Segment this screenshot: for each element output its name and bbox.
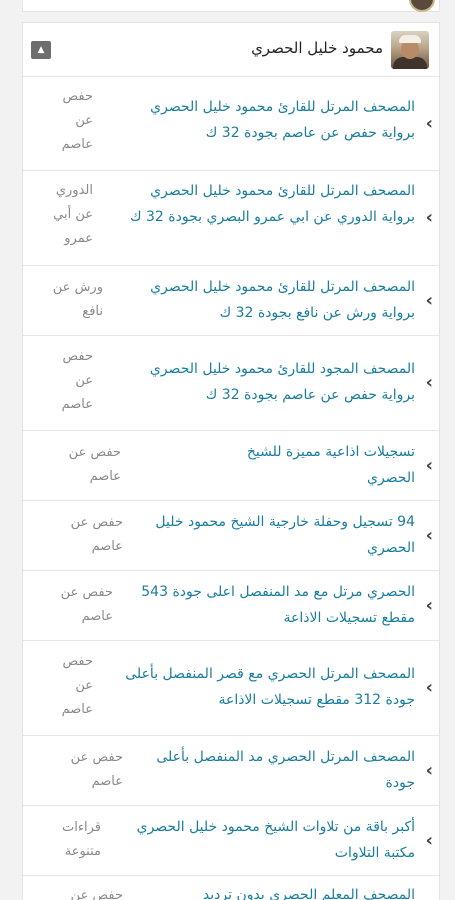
item-narration: حفص عن عاصم — [70, 750, 123, 789]
item-narration: الدوري عن أبي عمرو — [53, 183, 93, 246]
list-item[interactable]: المصحف المجود للقارئ محمود خليل الحصري ب… — [23, 336, 439, 431]
item-narration: حفص عن عاصم — [61, 89, 93, 152]
chevron-right-icon: › — [425, 372, 433, 393]
chevron-right-icon: › — [425, 594, 433, 616]
chevron-right-icon: › — [425, 524, 433, 546]
item-title[interactable]: المصحف المجود للقارئ محمود خليل الحصري ب… — [115, 356, 415, 408]
chevron-right-icon: › — [425, 207, 433, 228]
item-title[interactable]: 94 تسجيل وحفلة خارجية الشيخ محمود خليل ا… — [125, 509, 415, 561]
reciter-avatar — [391, 31, 429, 69]
chevron-right-icon: › — [425, 112, 433, 134]
collapse-button[interactable]: ▲ — [31, 41, 51, 59]
reciter-name: محمود خليل الحصري — [251, 39, 383, 57]
list-item[interactable]: تسجيلات اذاعية مميزة للشيخ الحصري حفص عن… — [23, 431, 439, 501]
item-narration: ورش عن نافع — [52, 280, 103, 319]
item-title[interactable]: المصحف المرتل الحصري مد المنفصل بأعلى جو… — [135, 744, 415, 796]
reciter-card: محمود خليل الحصري ▲ المصحف المرتل للقارئ… — [22, 22, 440, 900]
chevron-right-icon: › — [426, 896, 433, 900]
item-narration: حفص عن عاصم — [61, 349, 93, 412]
item-narration: حفص عن عاصم — [61, 654, 93, 717]
recitation-list: المصحف المرتل للقارئ محمود خليل الحصري ب… — [23, 77, 439, 900]
list-item[interactable]: 94 تسجيل وحفلة خارجية الشيخ محمود خليل ا… — [23, 501, 439, 571]
item-narration: حفص عن — [70, 888, 123, 900]
list-item[interactable]: المصحف المعلم الحصري بدون ترديد حفص عن › — [23, 876, 439, 900]
item-narration: حفص عن عاصم — [68, 445, 121, 484]
previous-card-edge — [22, 0, 440, 12]
item-narration: قراءات متنوعة — [62, 820, 101, 859]
chevron-right-icon: › — [425, 677, 433, 698]
item-title[interactable]: المصحف المرتل للقارئ محمود خليل الحصري ب… — [115, 178, 415, 230]
item-title[interactable]: المصحف المرتل للقارئ محمود خليل الحصري ب… — [115, 94, 415, 146]
list-item[interactable]: المصحف المرتل للقارئ محمود خليل الحصري ب… — [23, 77, 439, 171]
chevron-right-icon: › — [425, 289, 433, 311]
chevron-right-icon: › — [425, 454, 433, 476]
chevron-right-icon: › — [425, 829, 433, 851]
list-item[interactable]: المصحف المرتل الحصري مد المنفصل بأعلى جو… — [23, 736, 439, 806]
item-title[interactable]: المصحف المعلم الحصري بدون ترديد — [125, 882, 415, 900]
list-item[interactable]: المصحف المرتل الحصري مع قصر المنفصل بأعل… — [23, 641, 439, 736]
list-item[interactable]: أكبر باقة من تلاوات الشيخ محمود خليل الح… — [23, 806, 439, 876]
item-narration: حفص عن عاصم — [60, 585, 113, 624]
reciter-header[interactable]: محمود خليل الحصري ▲ — [23, 23, 439, 77]
list-item[interactable]: الحصري مرتل مع مد المنفصل اعلى جودة 543 … — [23, 571, 439, 641]
item-title[interactable]: الحصري مرتل مع مد المنفصل اعلى جودة 543 … — [125, 579, 415, 631]
item-title[interactable]: تسجيلات اذاعية مميزة للشيخ الحصري — [215, 439, 415, 491]
chevron-right-icon: › — [425, 759, 433, 781]
item-title[interactable]: أكبر باقة من تلاوات الشيخ محمود خليل الح… — [115, 814, 415, 866]
list-item[interactable]: المصحف المرتل للقارئ محمود خليل الحصري ب… — [23, 171, 439, 266]
item-title[interactable]: المصحف المرتل للقارئ محمود خليل الحصري ب… — [115, 274, 415, 326]
caret-up-icon: ▲ — [37, 45, 45, 55]
list-item[interactable]: المصحف المرتل للقارئ محمود خليل الحصري ب… — [23, 266, 439, 336]
item-narration: حفص عن عاصم — [70, 515, 123, 554]
item-title[interactable]: المصحف المرتل الحصري مع قصر المنفصل بأعل… — [115, 661, 415, 713]
